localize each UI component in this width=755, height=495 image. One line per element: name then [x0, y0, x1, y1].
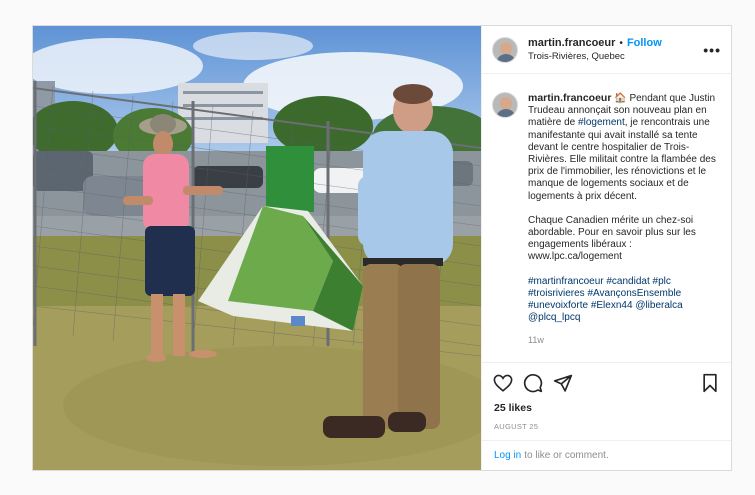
hashtag-list: #martinfrancoeur #candidat #plc #troisri…: [528, 276, 721, 325]
mention[interactable]: @plcq_lpcq: [528, 312, 580, 323]
caption-area: martin.francoeur 🏠 Pendant que Justin Tr…: [482, 74, 731, 362]
more-options-icon[interactable]: •••: [703, 42, 721, 58]
username-link[interactable]: martin.francoeur: [528, 37, 615, 49]
instagram-post: martin.francoeur • Follow Trois-Rivières, …: [32, 25, 732, 471]
mention[interactable]: @liberalca: [635, 300, 682, 311]
separator-dot: •: [619, 37, 623, 49]
post-sidebar: martin.francoeur • Follow Trois-Rivières, …: [481, 26, 731, 470]
hashtag[interactable]: #candidat: [606, 276, 649, 287]
avatar-body: [496, 53, 516, 62]
login-prompt: Log in to like or comment.: [482, 440, 731, 470]
house-emoji: 🏠: [614, 93, 627, 104]
hashtag[interactable]: #troisrivieres: [528, 288, 585, 299]
post-header-text: martin.francoeur • Follow Trois-Rivières, …: [528, 37, 703, 63]
post-photo-illustration: [33, 26, 481, 470]
comment-icon[interactable]: [522, 372, 544, 394]
hashtag[interactable]: #AvançonsEnsemble: [587, 288, 681, 299]
post-date: AUGUST 25: [494, 422, 539, 431]
share-icon[interactable]: [552, 372, 574, 394]
login-text: to like or comment.: [524, 450, 609, 461]
post-photo[interactable]: [33, 26, 481, 470]
heart-glyph: [493, 374, 513, 392]
location-link[interactable]: Trois-Rivières, Quebec: [528, 50, 703, 63]
bookmark-icon[interactable]: [699, 372, 721, 394]
login-link[interactable]: Log in: [494, 450, 521, 461]
hashtag[interactable]: #unevoixforte: [528, 300, 588, 311]
caption-text: martin.francoeur 🏠 Pendant que Justin Tr…: [528, 92, 721, 362]
avatar[interactable]: [492, 36, 518, 63]
heart-icon[interactable]: [492, 372, 514, 394]
avatar-body: [496, 109, 516, 117]
bookmark-glyph: [703, 373, 717, 392]
hashtag-logement[interactable]: #logement: [578, 117, 625, 128]
hashtag[interactable]: #plc: [653, 276, 671, 287]
caption-username-link[interactable]: martin.francoeur: [528, 92, 611, 104]
post-header: martin.francoeur • Follow Trois-Rivières, …: [482, 26, 731, 74]
action-bar: [482, 362, 731, 402]
share-glyph: [553, 374, 573, 392]
caption-avatar[interactable]: [492, 92, 518, 118]
likes-count[interactable]: 25 likes: [482, 402, 731, 418]
caption-paragraph-2: Chaque Canadien mérite un chez-soi abord…: [528, 214, 696, 263]
comment-glyph: [523, 373, 543, 392]
hashtag[interactable]: #martinfrancoeur: [528, 276, 604, 287]
hashtag[interactable]: #Elexn44: [591, 300, 633, 311]
avatar-face: [500, 41, 512, 55]
post-time-ago[interactable]: 11w: [528, 334, 721, 346]
caption-text-part-2: , je rencontrais une manifestante qui av…: [528, 117, 716, 202]
follow-button[interactable]: Follow: [627, 37, 662, 49]
